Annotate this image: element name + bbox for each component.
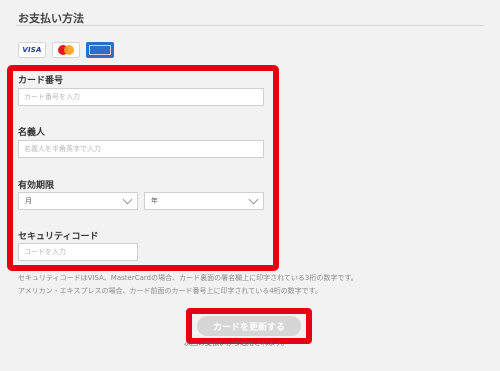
apply-note: 次回の支払いから適用されます。 bbox=[184, 342, 289, 347]
update-card-button[interactable]: カードを更新する bbox=[197, 316, 301, 336]
card-brand-logos: VISA bbox=[18, 42, 114, 58]
holder-name-label: 名義人 bbox=[18, 128, 46, 138]
expiry-year-value: 年 bbox=[151, 197, 158, 205]
security-code-note-line1: セキュリティコードはVISA、MasterCardの場合、カード裏面の署名欄上に… bbox=[18, 274, 358, 282]
holder-name-input[interactable]: 名義人を半角英字で入力 bbox=[18, 140, 264, 158]
chevron-down-icon bbox=[122, 194, 133, 205]
security-code-input[interactable]: コードを入力 bbox=[18, 243, 138, 261]
visa-logo-icon: VISA bbox=[18, 42, 46, 58]
card-number-input[interactable]: カード番号を入力 bbox=[18, 88, 264, 106]
security-code-label: セキュリティコード bbox=[18, 232, 99, 242]
expiry-label: 有効期限 bbox=[18, 181, 55, 191]
security-code-note-line2: アメリカン・エキスプレスの場合、カード前面のカード番号上に印字されている4桁の数… bbox=[18, 287, 322, 295]
section-title: お支払い方法 bbox=[18, 12, 84, 25]
expiry-month-select[interactable]: 月 bbox=[18, 192, 138, 210]
title-divider bbox=[16, 25, 484, 26]
amex-logo-icon bbox=[86, 42, 114, 58]
expiry-year-select[interactable]: 年 bbox=[144, 192, 264, 210]
expiry-month-value: 月 bbox=[25, 197, 32, 205]
mastercard-logo-icon bbox=[52, 42, 80, 58]
chevron-down-icon bbox=[248, 194, 259, 205]
card-number-label: カード番号 bbox=[18, 76, 64, 86]
